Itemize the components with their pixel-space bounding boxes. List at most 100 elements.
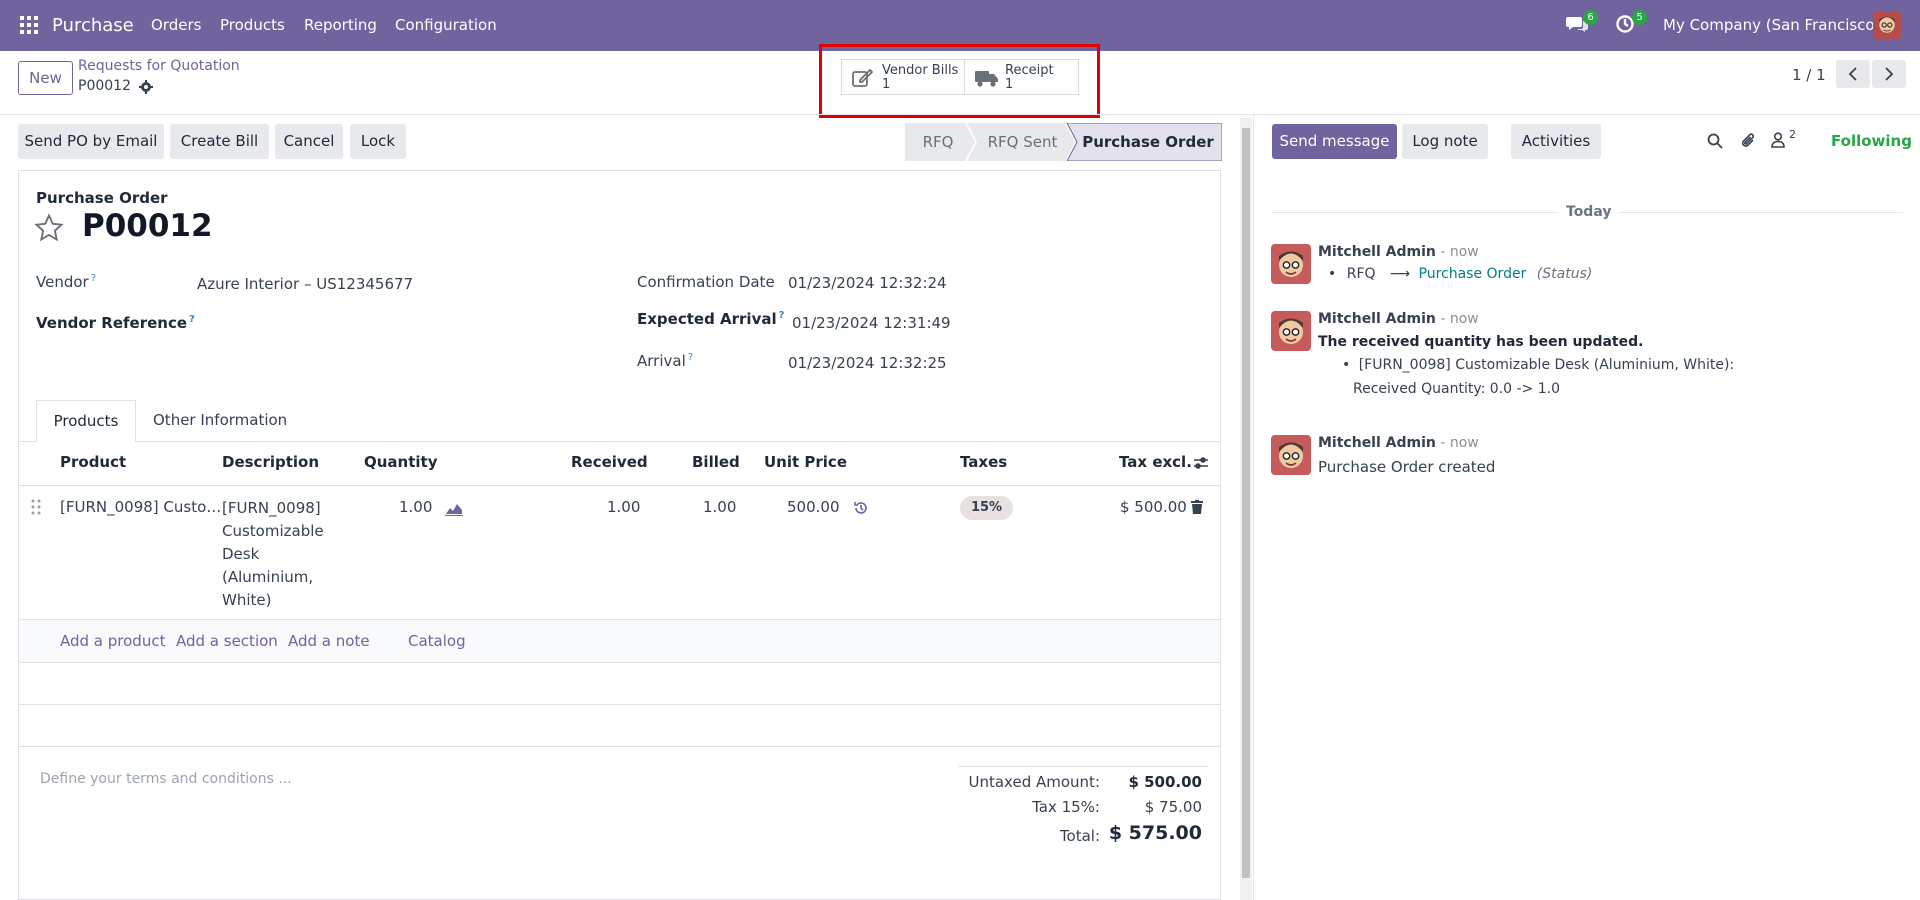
price-history-icon[interactable] [853,500,869,516]
followers-button[interactable]: 2 [1771,128,1803,150]
column-tax-excl[interactable]: Tax excl. [1119,453,1192,471]
tracking-field-name: (Status) [1536,266,1593,282]
user-avatar[interactable] [1873,11,1901,39]
row-description[interactable]: [FURN_0098] Customizable Desk (Aluminium… [222,497,324,612]
status-step-rfq[interactable]: RFQ [908,124,968,160]
messaging-button[interactable]: 6 [1566,10,1598,38]
column-description[interactable]: Description [222,453,319,471]
vendor-label: Vendor? [36,273,97,291]
new-button[interactable]: New [18,61,73,95]
breadcrumb-parent[interactable]: Requests for Quotation [78,58,240,74]
app-menu-grid-icon[interactable] [20,16,38,34]
gear-icon[interactable] [139,80,153,94]
message-body-line: Received Quantity: 0.0 -> 1.0 [1353,381,1561,397]
tax-label: Tax 15%: [1032,798,1100,816]
forecast-chart-icon[interactable] [445,500,463,516]
expected-arrival-help-icon[interactable]: ? [779,310,785,321]
column-quantity[interactable]: Quantity [364,453,438,471]
company-switcher[interactable]: My Company (San Francisco) [1663,0,1880,51]
empty-table-row [19,705,1220,747]
row-quantity[interactable]: 1.00 [399,498,432,516]
send-po-email-button[interactable]: Send PO by Email [18,124,164,159]
scrollbar-thumb[interactable] [1242,128,1250,878]
app-name[interactable]: Purchase [52,0,134,51]
pager-next-button[interactable] [1872,60,1906,88]
add-section-link[interactable]: Add a section [176,632,278,650]
column-product[interactable]: Product [60,453,126,471]
status-step-rfq-sent[interactable]: RFQ Sent [975,124,1070,160]
description-line: (Aluminium, [222,568,314,586]
paperclip-icon[interactable] [1741,132,1757,150]
catalog-link[interactable]: Catalog [408,632,466,650]
vendor-reference-help-icon[interactable]: ? [189,314,195,325]
message-author[interactable]: Mitchell Admin [1318,435,1436,451]
activities-button[interactable]: 5 [1615,10,1647,38]
activities-button[interactable]: Activities [1511,124,1601,159]
pager-value[interactable]: 1 / 1 [1792,66,1826,84]
activities-count-badge: 5 [1632,10,1647,25]
terms-conditions-input[interactable]: Define your terms and conditions ... [40,771,292,787]
column-unit-price[interactable]: Unit Price [764,453,847,471]
message-avatar[interactable] [1271,435,1311,475]
log-note-button[interactable]: Log note [1402,124,1488,159]
send-message-button[interactable]: Send message [1272,124,1397,159]
menu-configuration[interactable]: Configuration [395,0,497,51]
tab-products[interactable]: Products [36,400,136,442]
message-header: Mitchell Admin - now [1318,244,1479,260]
following-button[interactable]: Following [1831,132,1912,150]
row-unit-price[interactable]: 500.00 [787,498,840,516]
drag-handle-icon[interactable] [31,499,41,515]
search-icon[interactable] [1707,133,1723,149]
menu-reporting[interactable]: Reporting [304,0,377,51]
form-scrollbar[interactable] [1240,118,1252,900]
total-value: $ 575.00 [1108,822,1202,844]
user-icon [1771,132,1785,148]
row-product[interactable]: [FURN_0098] Custo… [60,498,221,516]
date-separator: Today [1558,204,1620,220]
vendor-reference-label: Vendor Reference? [36,314,195,332]
message-body: Purchase Order created [1318,458,1496,476]
pager-previous-button[interactable] [1836,60,1870,88]
menu-products[interactable]: Products [220,0,285,51]
message-author[interactable]: Mitchell Admin [1318,244,1436,260]
message-avatar[interactable] [1271,311,1311,351]
message-author[interactable]: Mitchell Admin [1318,311,1436,327]
cancel-button[interactable]: Cancel [275,124,343,159]
column-taxes[interactable]: Taxes [960,453,1007,471]
optional-columns-toggle-icon[interactable] [1193,455,1209,471]
row-subtotal: $ 500.00 [1120,498,1187,516]
vendor-field[interactable]: Azure Interior – US12345677 [197,275,413,293]
column-received[interactable]: Received [571,453,648,471]
arrival-label: Arrival? [637,352,694,370]
empty-table-row [19,663,1220,705]
menu-orders[interactable]: Orders [151,0,201,51]
vendor-reference-input[interactable] [197,310,597,336]
bullet: • [1342,357,1351,373]
tab-other-information[interactable]: Other Information [153,400,287,442]
vendor-help-icon[interactable]: ? [91,273,96,284]
expected-arrival-input[interactable]: 01/23/2024 12:31:49 [792,314,951,332]
row-billed: 1.00 [703,498,737,516]
totals-divider [958,766,1208,767]
column-billed[interactable]: Billed [692,453,740,471]
message-body-line: • [FURN_0098] Customizable Desk (Alumini… [1342,357,1734,373]
arrival-help-icon[interactable]: ? [688,352,693,363]
message-time: - now [1440,435,1479,451]
confirmation-date-value: 01/23/2024 12:32:24 [788,274,947,292]
favorite-star-icon[interactable] [34,213,64,243]
breadcrumb-current: P00012 [78,78,131,94]
lock-button[interactable]: Lock [350,124,406,159]
form-type-label: Purchase Order [36,189,168,207]
add-note-link[interactable]: Add a note [288,632,370,650]
create-bill-button[interactable]: Create Bill [170,124,269,159]
status-step-purchase-order[interactable]: Purchase Order [1078,124,1218,160]
message-avatar[interactable] [1271,244,1311,284]
message-header: Mitchell Admin - now [1318,311,1479,327]
description-line: Customizable [222,522,324,540]
untaxed-amount-value: $ 500.00 [1128,773,1202,791]
row-received[interactable]: 1.00 [607,498,640,516]
tax-tag[interactable]: 15% [960,496,1013,520]
tracking-old-value: RFQ [1346,266,1376,282]
delete-row-trash-icon[interactable] [1191,500,1203,514]
add-product-link[interactable]: Add a product [60,632,165,650]
